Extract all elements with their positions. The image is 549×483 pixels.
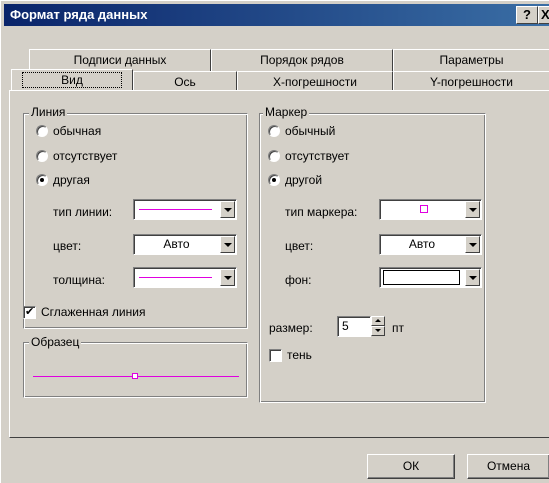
line-color-combo[interactable]: Авто — [133, 234, 237, 255]
line-radio-custom[interactable]: другая — [36, 173, 90, 187]
radio-label: другой — [285, 173, 323, 187]
marker-color-label: цвет: — [285, 239, 314, 253]
line-color-label: цвет: — [53, 239, 82, 253]
marker-radio-none[interactable]: отсутствует — [268, 149, 349, 163]
ok-button[interactable]: ОК — [367, 454, 455, 479]
marker-radio-custom[interactable]: другой — [268, 173, 322, 187]
checkbox-label: Сглаженная линия — [41, 305, 146, 319]
help-button[interactable]: ? — [516, 6, 538, 24]
tab-label: Параметры — [439, 53, 504, 67]
radio-label: обычный — [285, 124, 336, 138]
cancel-button[interactable]: Отмена — [467, 454, 549, 479]
tab-label: Х-погрешности — [272, 75, 358, 89]
marker-fill-combo[interactable] — [379, 267, 482, 288]
tab-label: Порядок рядов — [260, 53, 344, 67]
line-group-title: Линия — [29, 105, 68, 119]
line-style-label: тип линии: — [53, 205, 113, 219]
dropdown-arrow-icon[interactable] — [220, 201, 235, 218]
dropdown-arrow-icon[interactable] — [465, 236, 480, 253]
radio-label: отсутствует — [53, 149, 118, 163]
line-style-combo[interactable] — [133, 199, 237, 220]
radio-icon-selected — [268, 174, 280, 186]
radio-icon — [268, 150, 280, 162]
close-button[interactable]: X — [538, 6, 549, 24]
marker-size-unit: пт — [392, 321, 404, 335]
tab-series-order[interactable]: Порядок рядов — [211, 49, 393, 71]
marker-style-combo[interactable] — [379, 199, 482, 220]
tab-label: Вид — [22, 72, 122, 88]
marker-style-swatch — [420, 205, 428, 213]
sample-group-title: Образец — [29, 335, 82, 349]
smooth-line-checkbox[interactable]: Сглаженная линия — [23, 305, 145, 319]
tab-axis[interactable]: Ось — [133, 71, 237, 91]
line-radio-normal[interactable]: обычная — [36, 124, 101, 138]
marker-radio-normal[interactable]: обычный — [268, 124, 335, 138]
marker-shadow-checkbox[interactable]: тень — [269, 348, 312, 362]
marker-group-title: Маркер — [263, 105, 310, 119]
marker-color-value: Авто — [408, 237, 436, 251]
marker-size-spinner — [371, 316, 385, 337]
title-bar[interactable]: Формат ряда данных ? X — [4, 4, 549, 26]
checkbox-icon — [269, 348, 282, 362]
marker-size-input[interactable]: 5 — [337, 316, 371, 337]
marker-fill-label: фон: — [285, 273, 312, 287]
marker-size-label: размер: — [269, 321, 313, 335]
checkbox-label: тень — [287, 348, 312, 362]
tab-data-labels[interactable]: Подписи данных — [29, 49, 211, 71]
spin-up-icon[interactable] — [371, 316, 385, 326]
tab-appearance[interactable]: Вид — [11, 69, 133, 91]
tab-label: Y-погрешности — [430, 75, 513, 89]
tab-label: Подписи данных — [73, 53, 167, 67]
spin-down-icon[interactable] — [371, 326, 385, 336]
line-radio-none[interactable]: отсутствует — [36, 149, 117, 163]
radio-label: отсутствует — [285, 149, 350, 163]
line-weight-combo[interactable] — [133, 267, 237, 288]
radio-icon-selected — [36, 174, 48, 186]
dropdown-arrow-icon[interactable] — [465, 269, 480, 286]
tab-options[interactable]: Параметры — [393, 49, 549, 71]
sample-marker-icon — [132, 373, 138, 379]
tab-x-error-bars[interactable]: Х-погрешности — [237, 71, 393, 91]
dropdown-arrow-icon[interactable] — [220, 269, 235, 286]
marker-color-combo[interactable]: Авто — [379, 234, 482, 255]
checkbox-checked-icon — [23, 305, 36, 319]
dropdown-arrow-icon[interactable] — [465, 201, 480, 218]
radio-icon — [268, 125, 280, 137]
line-group — [23, 113, 248, 329]
tab-y-error-bars[interactable]: Y-погрешности — [393, 71, 549, 91]
radio-label: другая — [53, 173, 90, 187]
line-style-swatch — [139, 209, 212, 210]
radio-icon — [36, 150, 48, 162]
dropdown-arrow-icon[interactable] — [220, 236, 235, 253]
tab-label: Ось — [174, 75, 196, 89]
dialog-title: Формат ряда данных — [10, 7, 148, 22]
marker-fill-swatch — [383, 270, 460, 285]
marker-style-label: тип маркера: — [285, 205, 358, 219]
radio-label: обычная — [53, 124, 102, 138]
format-series-dialog: Формат ряда данных ? X Подписи данных По… — [0, 0, 549, 483]
line-weight-label: толщина: — [53, 273, 105, 287]
line-color-value: Авто — [163, 237, 190, 251]
sample-group — [23, 342, 248, 398]
line-weight-swatch — [139, 277, 212, 278]
radio-icon — [36, 125, 48, 137]
